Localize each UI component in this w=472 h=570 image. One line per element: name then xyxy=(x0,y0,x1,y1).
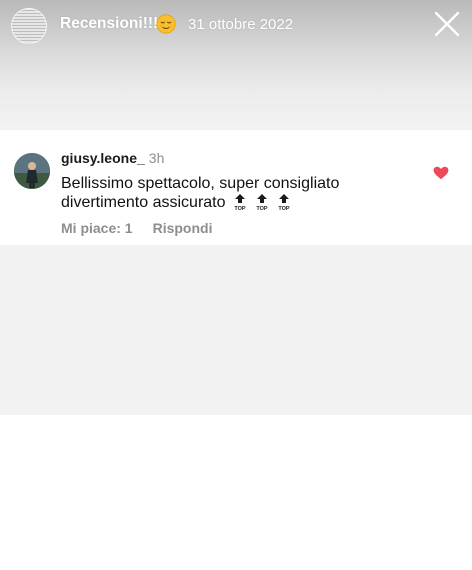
comment-username[interactable]: giusy.leone_ xyxy=(61,150,145,166)
top-arrow-icon: TOP xyxy=(234,194,246,211)
comment-author-avatar[interactable] xyxy=(14,153,50,189)
top-arrow-icon: TOP xyxy=(278,194,290,211)
reply-button[interactable]: Rispondi xyxy=(153,220,213,236)
comment-actions: Mi piace: 1 Rispondi xyxy=(61,220,212,236)
comment-header: giusy.leone_ 3h xyxy=(61,150,164,166)
close-icon[interactable] xyxy=(434,11,460,37)
avatar-photo xyxy=(14,153,50,189)
story-title: Recensioni!!! xyxy=(60,15,159,32)
comment-badges: TOP TOP TOP xyxy=(232,193,292,211)
story-date: 31 ottobre 2022 xyxy=(188,16,294,33)
story-header: Recensioni!!! 31 ottobre 2022 xyxy=(0,0,472,52)
svg-text:TOP: TOP xyxy=(256,206,268,211)
svg-text:TOP: TOP xyxy=(234,206,246,211)
empty-area xyxy=(0,245,472,415)
story-avatar[interactable] xyxy=(11,8,47,44)
comment-body: Bellissimo spettacolo, super consigliato… xyxy=(61,174,421,212)
relieved-face-icon xyxy=(156,14,176,34)
svg-text:TOP: TOP xyxy=(278,206,290,211)
top-arrow-icon: TOP xyxy=(256,194,268,211)
comment-text: Bellissimo spettacolo, super consigliato… xyxy=(61,175,340,211)
likes-count[interactable]: Mi piace: 1 xyxy=(61,220,133,236)
comment-time: 3h xyxy=(148,150,165,166)
heart-icon[interactable] xyxy=(433,166,449,180)
